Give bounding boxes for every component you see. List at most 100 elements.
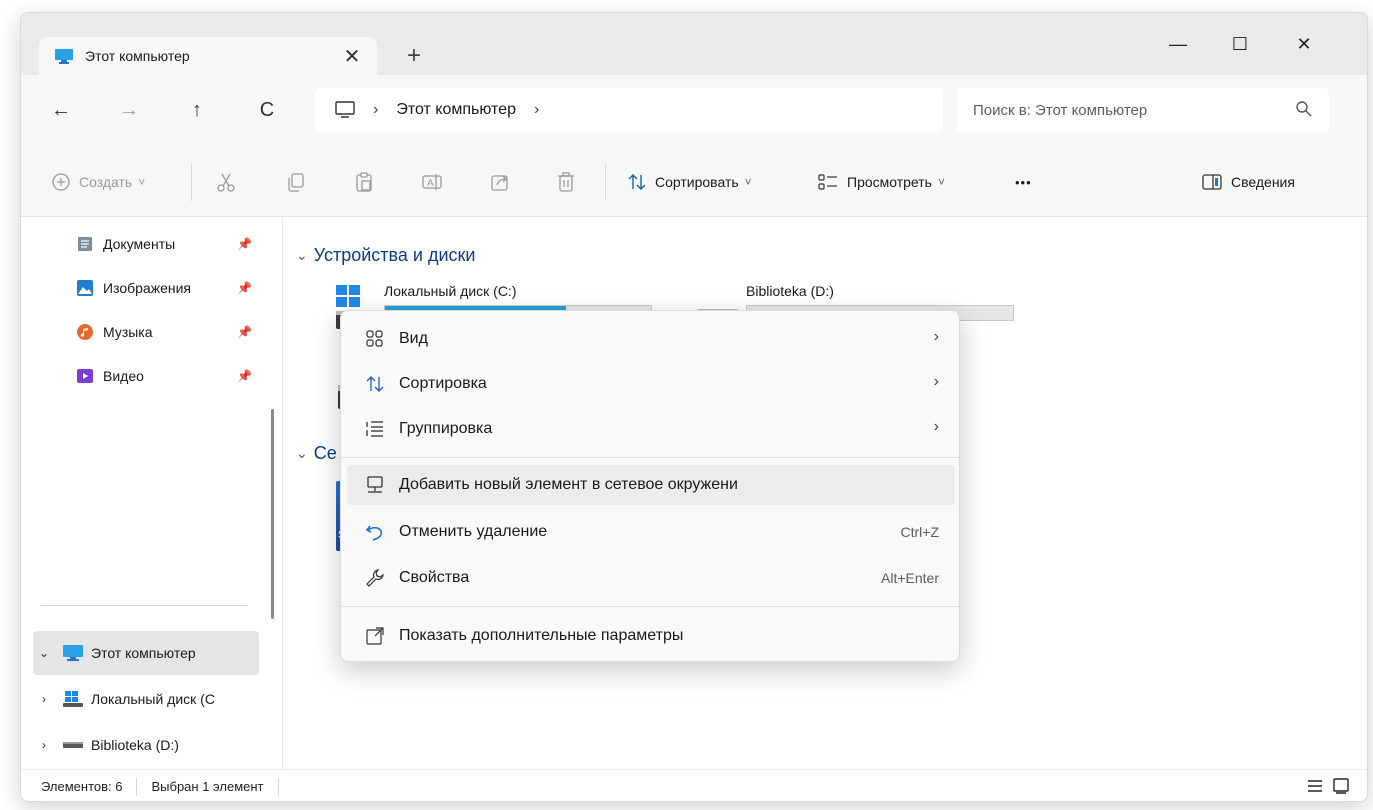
view-icon (366, 330, 383, 347)
sort-icon (628, 174, 646, 190)
view-dropdown-chevron: ˅ (937, 175, 945, 189)
status-divider (136, 777, 138, 796)
toolbar-divider (605, 163, 606, 201)
view-toggle-group (1307, 778, 1349, 794)
menu-item-view[interactable]: Вид › (347, 319, 955, 359)
computer-icon (335, 101, 355, 118)
sort-icon (366, 376, 384, 392)
menu-item-add-network-location[interactable]: Добавить новый элемент в сетевое окружен… (347, 465, 955, 505)
share-button[interactable] (489, 167, 511, 197)
section-network-locations[interactable]: ⌄ Се (296, 443, 337, 464)
cut-button[interactable] (215, 167, 237, 197)
menu-item-properties[interactable]: Свойства Alt+Enter (347, 558, 955, 598)
menu-item-label: Добавить новый элемент в сетевое окружен… (399, 476, 738, 493)
breadcrumb-trailing-separator[interactable]: › (534, 101, 539, 119)
create-label: Создать (79, 174, 133, 190)
more-options-button[interactable]: ••• (1015, 167, 1032, 197)
menu-item-label: Отменить удаление (399, 523, 548, 540)
breadcrumb-this-pc[interactable]: Этот компьютер (396, 101, 516, 119)
menu-item-show-more-options[interactable]: Показать дополнительные параметры (347, 616, 955, 656)
forward-button[interactable]: → (111, 95, 147, 125)
network-location-icon (367, 476, 383, 493)
rename-button[interactable]: A (421, 167, 443, 197)
new-tab-button[interactable]: + (399, 41, 429, 71)
section-devices-and-drives[interactable]: ⌄ Устройства и диски (296, 245, 475, 266)
tree-item-this-pc[interactable]: ⌄ Этот компьютер (33, 631, 259, 675)
chevron-down-icon: ⌄ (296, 445, 308, 461)
command-bar: Создать ˅ A Сортировать ˅ Просмотреть ˅ … (21, 145, 1367, 217)
menu-separator (341, 606, 959, 607)
title-bar: Этот компьютер ✕ + — ☐ ✕ (21, 13, 1367, 75)
chevron-right-icon[interactable]: › (33, 692, 55, 706)
share-icon (491, 175, 508, 191)
delete-button[interactable] (555, 167, 577, 197)
sidebar-item-pictures[interactable]: Изображения 📌 (21, 271, 261, 305)
chevron-down-icon[interactable]: ⌄ (33, 646, 55, 660)
copy-icon (288, 173, 304, 192)
menu-item-group[interactable]: Группировка › (347, 409, 955, 449)
toolbar-divider (191, 163, 192, 201)
sidebar-item-videos[interactable]: Видео 📌 (21, 359, 261, 393)
chevron-right-icon[interactable]: › (33, 738, 55, 752)
menu-item-label: Вид (399, 330, 428, 347)
plus-circle-icon (52, 173, 70, 191)
tree-item-biblioteka[interactable]: › Biblioteka (D:) (33, 723, 259, 767)
maximize-button[interactable]: ☐ (1217, 27, 1263, 61)
details-label: Сведения (1231, 174, 1295, 190)
drive-icon (63, 742, 83, 748)
paste-button[interactable] (353, 167, 375, 197)
address-bar[interactable]: › Этот компьютер › (315, 88, 943, 132)
chevron-down-icon: ⌄ (296, 247, 308, 263)
more-options-icon (366, 627, 384, 645)
item-count: Элементов: 6 (41, 779, 123, 794)
tree-item-label: Biblioteka (D:) (91, 737, 179, 753)
undo-icon (365, 525, 383, 541)
details-pane-button[interactable]: Сведения (1201, 167, 1295, 197)
tab-close-button[interactable]: ✕ (339, 43, 365, 69)
create-button[interactable]: Создать ˅ (51, 167, 145, 197)
drive-label: Локальный диск (C:) (384, 283, 517, 299)
minimize-button[interactable]: — (1155, 27, 1201, 61)
copy-button[interactable] (285, 167, 307, 197)
search-box[interactable]: Поиск в: Этот компьютер (957, 88, 1329, 132)
tab-this-pc[interactable]: Этот компьютер ✕ (39, 37, 377, 75)
search-icon (1296, 101, 1312, 117)
pin-icon: 📌 (237, 237, 252, 251)
details-pane-icon (1202, 174, 1222, 190)
up-button[interactable]: ↑ (179, 95, 215, 125)
this-pc-icon (63, 644, 83, 661)
refresh-button[interactable]: C (249, 95, 285, 125)
menu-item-label: Показать дополнительные параметры (399, 627, 684, 644)
sidebar-item-music[interactable]: Музыка 📌 (21, 315, 261, 349)
music-icon (77, 324, 93, 340)
pin-icon: 📌 (237, 325, 252, 339)
sidebar-scrollbar[interactable] (271, 409, 274, 619)
details-view-icon[interactable] (1307, 778, 1323, 794)
windows-drive-icon (63, 691, 83, 707)
documents-icon (78, 237, 92, 251)
view-list-icon (818, 174, 837, 190)
status-divider (277, 777, 279, 796)
menu-item-undo-delete[interactable]: Отменить удаление Ctrl+Z (347, 512, 955, 552)
sort-label: Сортировать (655, 174, 739, 190)
menu-item-label: Сортировка (399, 375, 487, 392)
paste-icon (356, 172, 372, 192)
context-menu: Вид › Сортировка › Группировка › Добавит… (340, 310, 960, 662)
close-button[interactable]: ✕ (1281, 27, 1327, 61)
tiles-view-icon[interactable] (1333, 778, 1349, 794)
back-button[interactable]: ← (43, 95, 79, 125)
view-label: Просмотреть (847, 174, 932, 190)
create-dropdown-chevron: ˅ (138, 175, 146, 189)
tree-item-local-disk[interactable]: › Локальный диск (C (33, 677, 259, 721)
sort-button[interactable]: Сортировать ˅ (627, 167, 752, 197)
sidebar-divider (41, 605, 247, 606)
scissors-icon (217, 173, 235, 192)
svg-text:A: A (427, 178, 434, 189)
menu-item-label: Свойства (399, 569, 470, 586)
sidebar-item-documents[interactable]: Документы 📌 (21, 227, 261, 261)
view-button[interactable]: Просмотреть ˅ (817, 167, 945, 197)
search-placeholder: Поиск в: Этот компьютер (973, 101, 1148, 119)
menu-item-sort[interactable]: Сортировка › (347, 364, 955, 404)
section-title: Се (313, 443, 337, 463)
trash-icon (558, 172, 574, 192)
